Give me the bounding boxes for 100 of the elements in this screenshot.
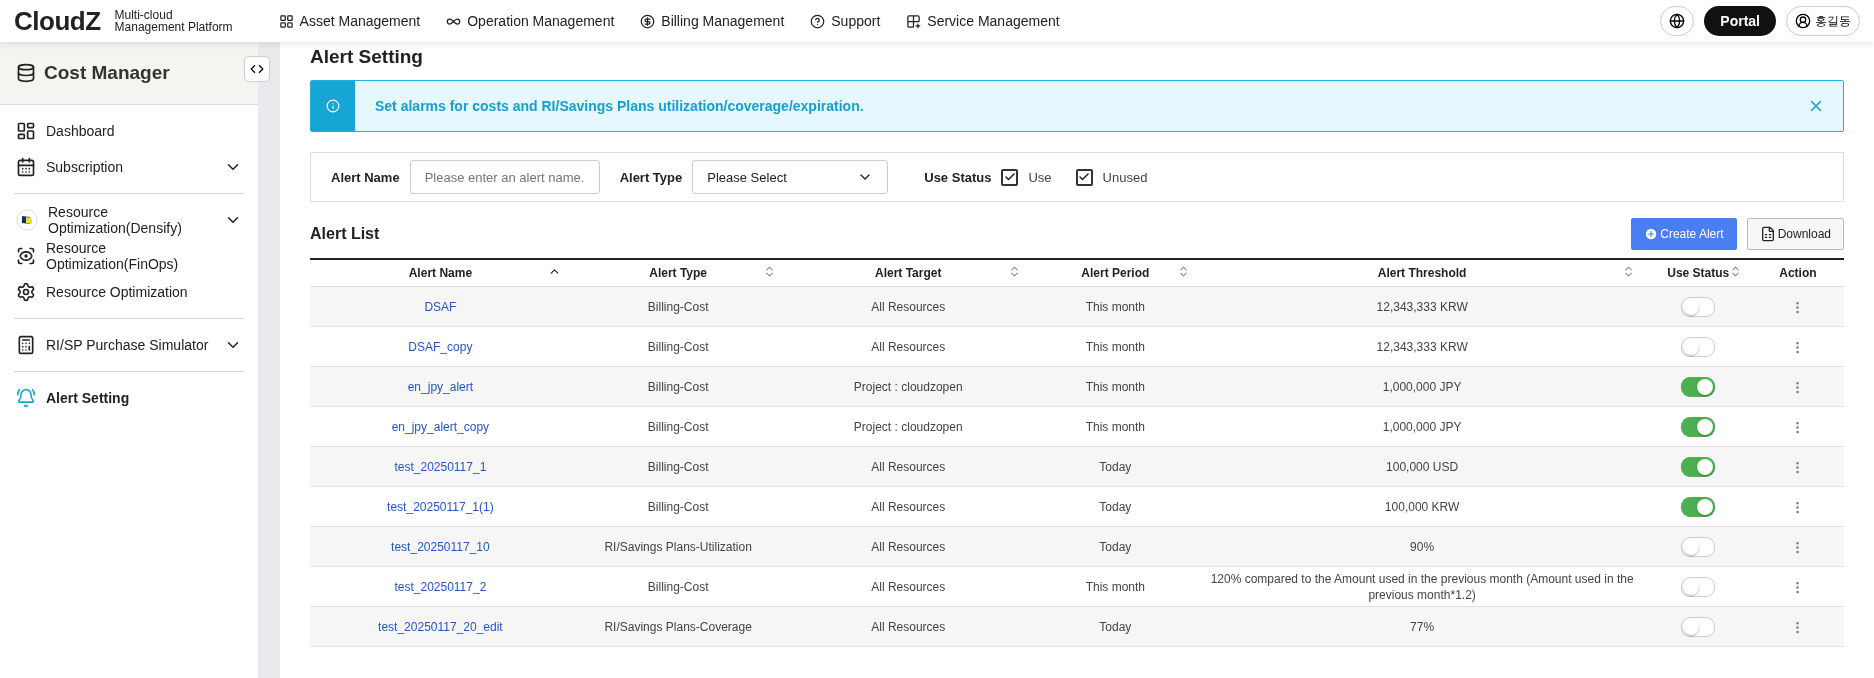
table-cell: 90% — [1199, 526, 1645, 567]
download-button[interactable]: Download — [1746, 218, 1844, 250]
table-cell: This month — [1030, 366, 1200, 407]
nav-link[interactable]: Asset Management — [278, 13, 421, 29]
alert-name-field[interactable]: Please enter an alert name. — [409, 160, 600, 194]
sidebar-item[interactable]: Resource Optimization(FinOps) — [14, 238, 244, 274]
check-icon — [1078, 171, 1091, 183]
table-cell: All Resources — [785, 526, 1031, 567]
user-button[interactable]: 홍길동 — [1786, 6, 1860, 36]
nav-link[interactable]: Billing Management — [640, 13, 785, 29]
sidebar-item[interactable]: Resource Optimization — [14, 274, 244, 310]
table-cell: 12,343,333 KRW — [1199, 286, 1645, 327]
field-label: Use Status — [924, 169, 992, 185]
tagline: Management Platform — [114, 21, 233, 33]
table-cell: 100,000 USD — [1199, 446, 1645, 487]
toggle-switch[interactable] — [1681, 496, 1716, 517]
table-cell: 100,000 KRW — [1199, 486, 1645, 527]
logo[interactable]: CloudZ — [14, 5, 101, 37]
sidebar-title: Cost Manager — [44, 62, 170, 84]
table-cell: All Resources — [785, 566, 1031, 607]
table-cell: This month — [1030, 566, 1200, 607]
collapse-button[interactable] — [244, 56, 270, 82]
grid-icon — [278, 13, 294, 29]
alert-name-link[interactable]: test_20250117_2 — [394, 579, 487, 594]
alert-name-link[interactable]: en_jpy_alert_copy — [391, 419, 490, 434]
toggle-switch[interactable] — [1681, 616, 1716, 637]
table-cell: Billing-Cost — [570, 406, 786, 447]
toggle-switch[interactable] — [1681, 296, 1716, 317]
table-cell: Today — [1030, 606, 1200, 647]
toggle-switch[interactable] — [1681, 456, 1716, 477]
column-header[interactable]: Alert Type — [570, 259, 786, 287]
sidebar-item[interactable]: Subscription — [14, 149, 244, 185]
table-cell: All Resources — [785, 606, 1031, 647]
table-cell: Today — [1030, 486, 1200, 527]
column-header[interactable]: Use Status — [1644, 259, 1752, 287]
column-header[interactable]: Action — [1751, 259, 1844, 287]
sidebar-item[interactable]: Resource Optimization(Densify) — [14, 202, 244, 238]
checkbox-label: Unused — [1102, 169, 1148, 185]
user-icon — [1795, 13, 1811, 29]
toggle-switch[interactable] — [1681, 336, 1716, 357]
table-cell: Project : cloudzopen — [785, 366, 1031, 407]
alert-name-link[interactable]: en_jpy_alert — [407, 379, 474, 394]
spreadsheet-icon — [1759, 226, 1776, 242]
alert-name-link[interactable]: test_20250117_1(1) — [387, 499, 494, 514]
alert-name-link[interactable]: test_20250117_10 — [391, 539, 490, 554]
table-cell: All Resources — [785, 446, 1031, 487]
alert-type-dropdown[interactable]: Please Select — [692, 160, 889, 194]
calculator-icon — [16, 335, 36, 355]
checkbox-label: Use — [1028, 169, 1052, 185]
eye-icon — [16, 246, 36, 266]
table-cell: 12,343,333 KRW — [1199, 326, 1645, 367]
table-cell: Billing-Cost — [570, 446, 786, 487]
table-cell: All Resources — [785, 326, 1031, 367]
table-cell: Billing-Cost — [570, 286, 786, 327]
grid-plus-icon — [906, 13, 922, 29]
table-cell: Today — [1030, 446, 1200, 487]
toggle-switch[interactable] — [1681, 576, 1716, 597]
sidebar-item[interactable]: Dashboard — [14, 113, 244, 149]
table-cell: Project : cloudzopen — [785, 406, 1031, 447]
page-title: Alert Setting — [310, 45, 424, 69]
table-cell: 120% compared to the Amount used in the previous month (Amount used in the previous month*1.2) — [1199, 566, 1645, 607]
table-cell: RI/Savings Plans-Utilization — [570, 526, 786, 567]
calendar-icon — [16, 157, 36, 177]
bell-icon — [16, 388, 36, 408]
create-alert-button[interactable]: Create Alert — [1631, 218, 1737, 250]
table-cell: 1,000,000 JPY — [1199, 366, 1645, 407]
table-cell: This month — [1030, 326, 1200, 367]
plus-icon — [1644, 227, 1659, 241]
portal-button[interactable]: Portal — [1704, 6, 1776, 36]
alert-name-link[interactable]: DSAF — [424, 299, 457, 314]
checkbox[interactable] — [1075, 168, 1093, 186]
coin-stack-icon — [16, 63, 36, 83]
nav-link[interactable]: Operation Management — [446, 13, 615, 29]
language-button[interactable] — [1660, 6, 1695, 36]
table-cell: 1,000,000 JPY — [1199, 406, 1645, 447]
column-header[interactable]: Alert Period — [1030, 259, 1200, 287]
alert-name-link[interactable]: DSAF_copy — [408, 339, 473, 354]
toggle-switch[interactable] — [1681, 536, 1716, 557]
sidebar-item[interactable]: Alert Setting — [14, 380, 244, 416]
checkbox[interactable] — [1001, 168, 1019, 186]
column-header[interactable]: Alert Target — [785, 259, 1031, 287]
nav-link[interactable]: Service Management — [906, 13, 1060, 29]
banner-text: Set alarms for costs and RI/Savings Plans utilization/coverage/expiration. — [374, 98, 865, 114]
table-cell: Today — [1030, 526, 1200, 567]
settings-icon — [16, 282, 36, 302]
globe-icon — [1669, 13, 1686, 29]
table-cell: RI/Savings Plans-Coverage — [570, 606, 786, 647]
field-label: Alert Name — [331, 169, 400, 185]
help-icon — [810, 13, 826, 29]
toggle-switch[interactable] — [1681, 376, 1716, 397]
toggle-switch[interactable] — [1681, 416, 1716, 437]
column-header[interactable]: Alert Threshold — [1199, 259, 1645, 287]
sidebar-item[interactable]: RI/SP Purchase Simulator — [14, 327, 244, 363]
densify-logo-icon — [16, 209, 38, 231]
alert-name-link[interactable]: test_20250117_1 — [394, 459, 487, 474]
table-cell: Billing-Cost — [570, 326, 786, 367]
column-header[interactable]: Alert Name — [310, 259, 571, 287]
alert-name-link[interactable]: test_20250117_20_edit — [378, 619, 503, 634]
table-cell: Billing-Cost — [570, 366, 786, 407]
nav-link[interactable]: Support — [810, 13, 881, 29]
